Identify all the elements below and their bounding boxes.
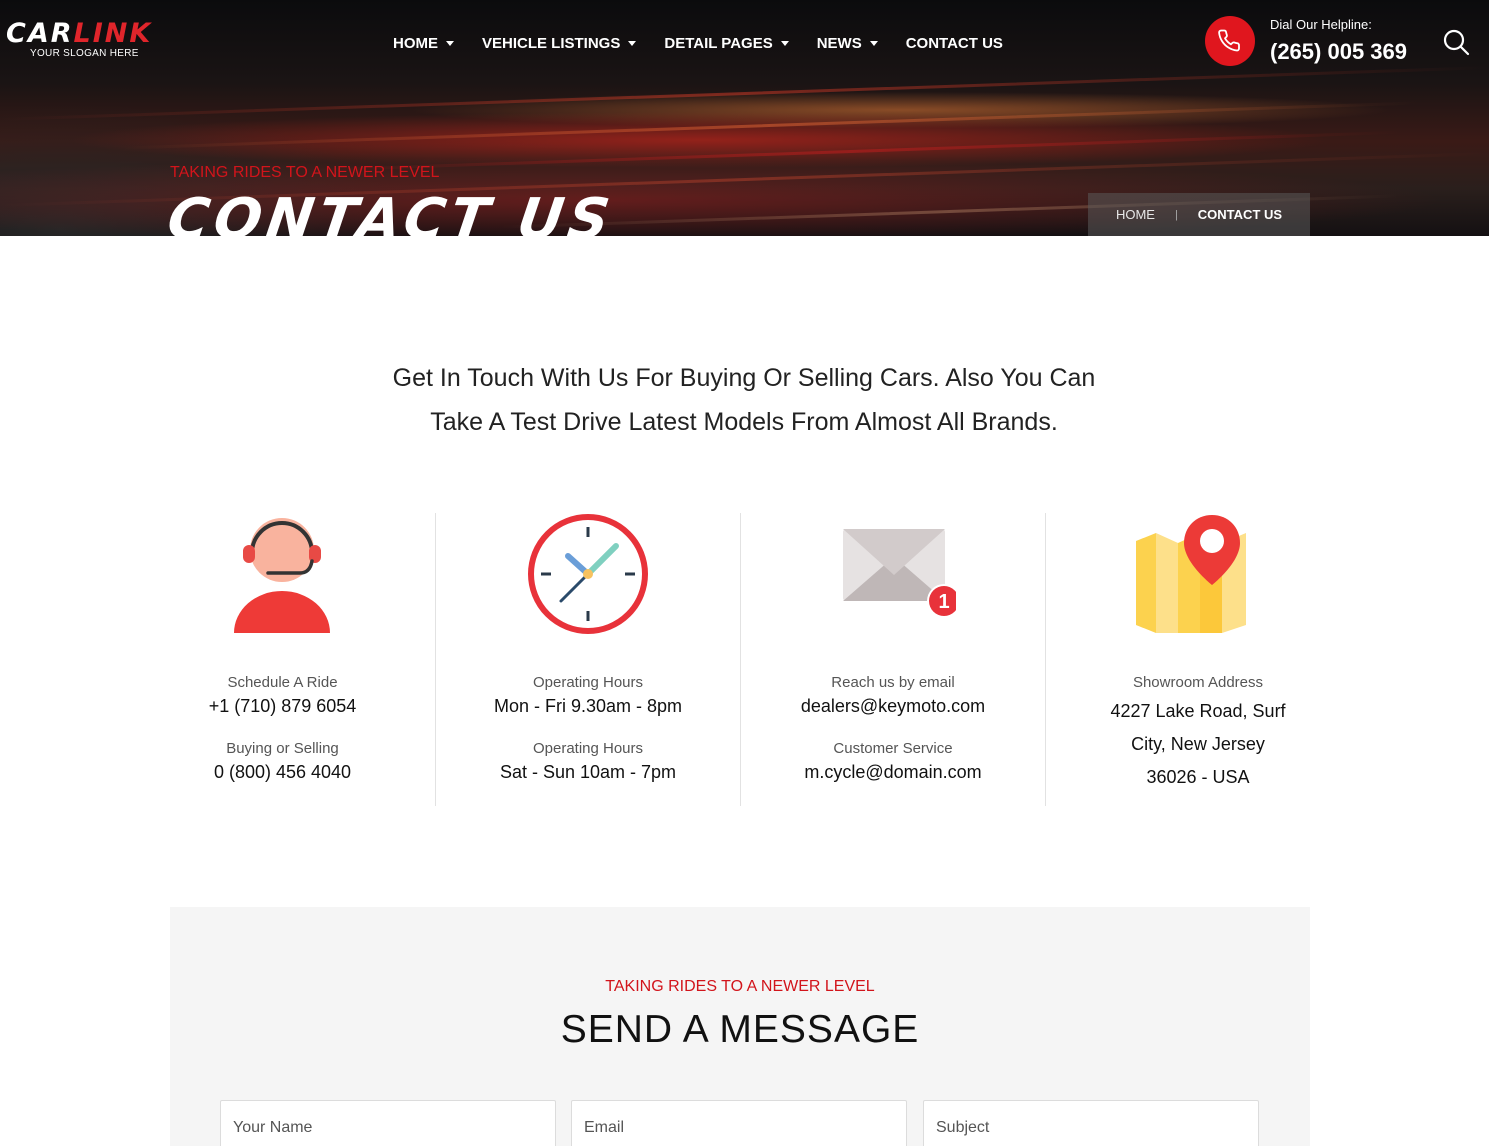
info-value-email[interactable]: dealers@keymoto.com <box>741 693 1045 719</box>
logo-slogan: YOUR SLOGAN HERE <box>30 48 139 59</box>
helpline-number[interactable]: (265) 005 369 <box>1270 39 1407 65</box>
address-line: 36026 - USA <box>1146 767 1250 787</box>
logo-text-car: CAR <box>6 18 74 49</box>
page-title: CONTACT US <box>163 187 619 236</box>
contact-page: CARLINK YOUR SLOGAN HERE HOME VEHICLE LI… <box>0 0 1489 1146</box>
email-field[interactable] <box>571 1100 907 1146</box>
nav-item-vehicle-listings[interactable]: VEHICLE LISTINGS <box>482 33 637 53</box>
chevron-down-icon <box>869 40 878 46</box>
info-column-schedule: Schedule A Ride +1 (710) 879 6054 Buying… <box>130 513 435 806</box>
contact-info-row: Schedule A Ride +1 (710) 879 6054 Buying… <box>130 513 1350 806</box>
name-field[interactable] <box>220 1100 556 1146</box>
nav-item-label: VEHICLE LISTINGS <box>482 34 621 52</box>
info-body: Operating Hours Mon - Fri 9.30am - 8pm O… <box>436 673 740 805</box>
helpline-label: Dial Our Helpline: <box>1270 17 1372 32</box>
info-body: Reach us by email dealers@keymoto.com Cu… <box>741 673 1045 805</box>
info-label: Customer Service <box>833 740 953 757</box>
chevron-down-icon <box>446 40 454 46</box>
breadcrumb-current: CONTACT US <box>1197 207 1283 222</box>
chevron-down-icon <box>780 40 789 46</box>
address-line: City, New Jersey <box>1131 734 1265 754</box>
nav-item-label: DETAIL PAGES <box>664 34 773 52</box>
info-value-phone[interactable]: +1 (710) 879 6054 <box>130 693 435 719</box>
nav-item-label: CONTACT US <box>905 34 1003 52</box>
nav-item-home[interactable]: HOME <box>393 33 454 53</box>
info-label: Operating Hours <box>532 674 644 691</box>
nav-item-news[interactable]: NEWS <box>817 33 878 53</box>
nav-item-detail-pages[interactable]: DETAIL PAGES <box>664 33 789 53</box>
intro-line-1: Get In Touch With Us For Buying Or Selli… <box>392 364 1096 392</box>
search-icon[interactable] <box>1442 28 1470 56</box>
chevron-down-icon <box>628 40 637 46</box>
breadcrumb-separator: | <box>1174 208 1178 221</box>
info-value-hours: Mon - Fri 9.30am - 8pm <box>493 696 683 716</box>
breadcrumb: HOME | CONTACT US <box>1088 193 1310 236</box>
intro-line-2: Take A Test Drive Latest Models From Alm… <box>430 408 1058 436</box>
info-label: Buying or Selling <box>226 740 339 757</box>
logo-text-link: LINK <box>73 18 153 49</box>
info-column-email: 1 Reach us by email dealers@keymoto.com … <box>740 513 1045 806</box>
mail-notification-icon: 1 <box>843 529 956 618</box>
map-pin-icon <box>1136 515 1246 633</box>
clock-icon <box>528 514 648 634</box>
intro-text: Get In Touch With Us For Buying Or Selli… <box>344 356 1144 444</box>
info-label: Schedule A Ride <box>227 674 338 691</box>
form-title: SEND A MESSAGE <box>560 1008 920 1051</box>
subject-field[interactable] <box>923 1100 1259 1146</box>
breadcrumb-home-link[interactable]: HOME <box>1116 207 1155 222</box>
info-value-hours: Sat - Sun 10am - 7pm <box>499 762 677 782</box>
light-streak <box>0 66 1489 121</box>
main-nav: HOME VEHICLE LISTINGS DETAIL PAGES NEWS … <box>393 33 1031 53</box>
info-label: Reach us by email <box>831 674 955 691</box>
hero-tagline: TAKING RIDES TO A NEWER LEVEL <box>170 164 440 181</box>
info-label: Showroom Address <box>1132 674 1264 691</box>
send-message-section: TAKING RIDES TO A NEWER LEVEL SEND A MES… <box>170 907 1310 1146</box>
site-logo[interactable]: CARLINK YOUR SLOGAN HERE <box>6 18 152 59</box>
info-value-phone[interactable]: 0 (800) 456 4040 <box>130 759 435 785</box>
notification-badge: 1 <box>938 591 949 613</box>
info-column-hours: Operating Hours Mon - Fri 9.30am - 8pm O… <box>435 513 740 806</box>
support-agent-icon <box>234 518 330 633</box>
info-column-address: Showroom Address 4227 Lake Road, Surf Ci… <box>1045 513 1350 806</box>
nav-item-label: HOME <box>393 34 438 52</box>
phone-icon[interactable] <box>1205 16 1255 66</box>
info-body: Showroom Address 4227 Lake Road, Surf Ci… <box>1046 673 1350 792</box>
address-line: 4227 Lake Road, Surf <box>1110 701 1286 721</box>
hero-banner: CARLINK YOUR SLOGAN HERE HOME VEHICLE LI… <box>0 0 1489 236</box>
form-tagline: TAKING RIDES TO A NEWER LEVEL <box>605 978 875 995</box>
info-body: Schedule A Ride +1 (710) 879 6054 Buying… <box>130 673 435 805</box>
nav-item-label: NEWS <box>816 34 862 52</box>
info-label: Operating Hours <box>532 740 644 757</box>
nav-item-contact-us[interactable]: CONTACT US <box>906 33 1003 53</box>
info-value-email[interactable]: m.cycle@domain.com <box>741 759 1045 785</box>
